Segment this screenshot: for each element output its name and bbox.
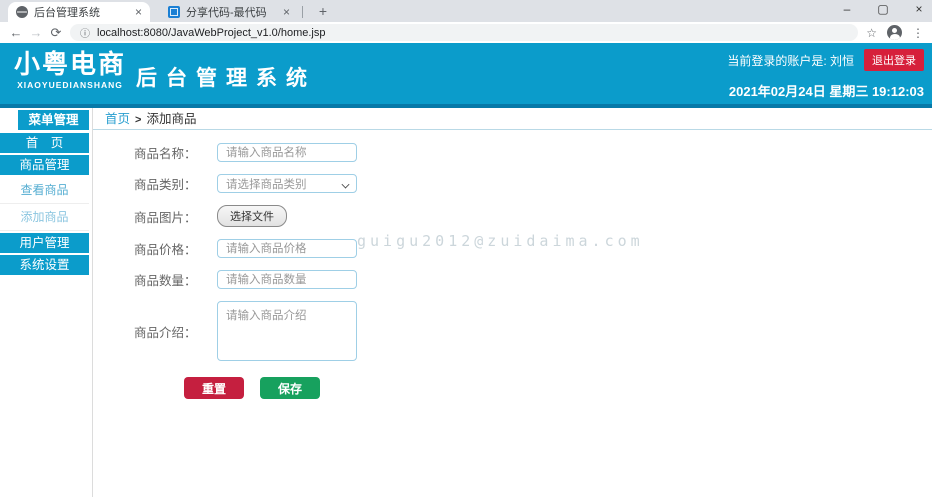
form-buttons: 重置 保存 bbox=[184, 377, 932, 399]
form-row-product-quantity: 商品数量： bbox=[134, 270, 932, 289]
product-price-label: 商品价格： bbox=[134, 243, 197, 257]
product-quantity-label: 商品数量： bbox=[134, 274, 197, 288]
minimize-icon[interactable]: – bbox=[840, 2, 854, 16]
url-text: localhost:8080/JavaWebProject_v1.0/home.… bbox=[97, 26, 326, 39]
page-body: 菜单管理 首 页 商品管理 查看商品 添加商品 用户管理 系统设置 首页 > 添加商… bbox=[0, 108, 932, 497]
product-category-select[interactable]: 请选择商品类别 bbox=[217, 174, 357, 193]
breadcrumb: 首页 > 添加商品 bbox=[93, 108, 932, 130]
new-tab-button[interactable]: + bbox=[315, 3, 331, 19]
globe-favicon-icon bbox=[16, 6, 28, 18]
breadcrumb-separator: > bbox=[135, 114, 142, 126]
product-description-textarea[interactable] bbox=[217, 301, 357, 361]
form-row-product-price: 商品价格： bbox=[134, 239, 932, 258]
form-row-product-name: 商品名称： bbox=[134, 143, 932, 162]
tab-close-icon[interactable]: × bbox=[283, 5, 290, 19]
browser-menu-icon[interactable]: ⋮ bbox=[912, 26, 924, 40]
profile-avatar-icon[interactable] bbox=[887, 25, 902, 40]
sidebar: 菜单管理 首 页 商品管理 查看商品 添加商品 用户管理 系统设置 bbox=[0, 108, 93, 497]
sidebar-item-system-settings[interactable]: 系统设置 bbox=[0, 255, 89, 275]
reload-icon[interactable]: ⟳ bbox=[46, 25, 66, 41]
form-row-product-category: 商品类别： 请选择商品类别 bbox=[134, 174, 932, 193]
breadcrumb-home-link[interactable]: 首页 bbox=[105, 112, 130, 126]
datetime-display: 2021年02月24日 星期三 19:12:03 bbox=[728, 84, 924, 99]
account-info: 当前登录的账户是: 刘恒 退出登录 bbox=[727, 49, 924, 71]
sidebar-item-home[interactable]: 首 页 bbox=[0, 133, 89, 153]
form-row-product-description: 商品介绍： bbox=[134, 301, 932, 361]
save-button[interactable]: 保存 bbox=[260, 377, 320, 399]
logout-button[interactable]: 退出登录 bbox=[864, 49, 924, 71]
browser-tabstrip: 后台管理系统 × 分享代码-最代码 × + – ▢ × bbox=[0, 0, 932, 22]
forward-icon: → bbox=[29, 25, 43, 40]
main-content: 首页 > 添加商品 商品名称： 商品类别： 请选择商品类别 商品图片： 选择文件 商… bbox=[93, 108, 932, 497]
product-category-label: 商品类别： bbox=[134, 178, 197, 192]
sidebar-item-user-management[interactable]: 用户管理 bbox=[0, 233, 89, 253]
url-input[interactable]: ⓘ localhost:8080/JavaWebProject_v1.0/hom… bbox=[70, 24, 859, 41]
close-icon[interactable]: × bbox=[912, 2, 926, 16]
choose-file-button[interactable]: 选择文件 bbox=[217, 205, 287, 227]
tab-title: 分享代码-最代码 bbox=[186, 7, 267, 19]
sidebar-item-product-management[interactable]: 商品管理 bbox=[0, 155, 89, 175]
zuidaima-favicon-icon bbox=[168, 6, 180, 18]
tab-title: 后台管理系统 bbox=[34, 7, 100, 19]
page-title: 后台管理系统 bbox=[136, 67, 316, 90]
tab-close-icon[interactable]: × bbox=[135, 5, 142, 19]
chevron-down-icon bbox=[342, 180, 350, 188]
form-row-product-image: 商品图片： 选择文件 bbox=[134, 205, 932, 227]
product-quantity-input[interactable] bbox=[217, 270, 357, 289]
sidebar-item-view-products[interactable]: 查看商品 bbox=[0, 177, 89, 204]
app-header: 小粤电商 XIAOYUEDIANSHANG 后台管理系统 当前登录的账户是: 刘… bbox=[0, 43, 932, 108]
browser-tab-zuidaima[interactable]: 分享代码-最代码 × bbox=[160, 2, 298, 22]
logo-text: 小粤电商 bbox=[14, 50, 127, 80]
addressbar-actions: ☆ ⋮ bbox=[866, 25, 924, 40]
current-account-label: 当前登录的账户是: 刘恒 bbox=[727, 53, 854, 68]
sidebar-header-menu-management: 菜单管理 bbox=[18, 110, 89, 130]
add-product-form: 商品名称： 商品类别： 请选择商品类别 商品图片： 选择文件 商品价格： 商品数… bbox=[93, 130, 932, 399]
maximize-icon[interactable]: ▢ bbox=[876, 2, 890, 16]
bookmark-star-icon[interactable]: ☆ bbox=[866, 26, 877, 40]
product-price-input[interactable] bbox=[217, 239, 357, 258]
product-name-input[interactable] bbox=[217, 143, 357, 162]
tab-separator bbox=[302, 6, 303, 18]
logo: 小粤电商 XIAOYUEDIANSHANG bbox=[14, 51, 126, 90]
sidebar-item-add-product[interactable]: 添加商品 bbox=[0, 204, 89, 231]
product-description-label: 商品介绍： bbox=[134, 325, 197, 340]
logo-subtext: XIAOYUEDIANSHANG bbox=[17, 80, 123, 90]
back-icon[interactable]: ← bbox=[6, 25, 26, 40]
window-controls: – ▢ × bbox=[840, 2, 926, 16]
select-placeholder: 请选择商品类别 bbox=[226, 178, 307, 191]
browser-addressbar: ← → ⟳ ⓘ localhost:8080/JavaWebProject_v1… bbox=[0, 22, 932, 43]
breadcrumb-current: 添加商品 bbox=[146, 112, 197, 126]
reset-button[interactable]: 重置 bbox=[184, 377, 244, 399]
browser-tab-admin[interactable]: 后台管理系统 × bbox=[8, 2, 150, 22]
product-name-label: 商品名称： bbox=[134, 147, 197, 161]
product-image-label: 商品图片： bbox=[134, 210, 197, 225]
page-info-icon[interactable]: ⓘ bbox=[80, 25, 90, 40]
